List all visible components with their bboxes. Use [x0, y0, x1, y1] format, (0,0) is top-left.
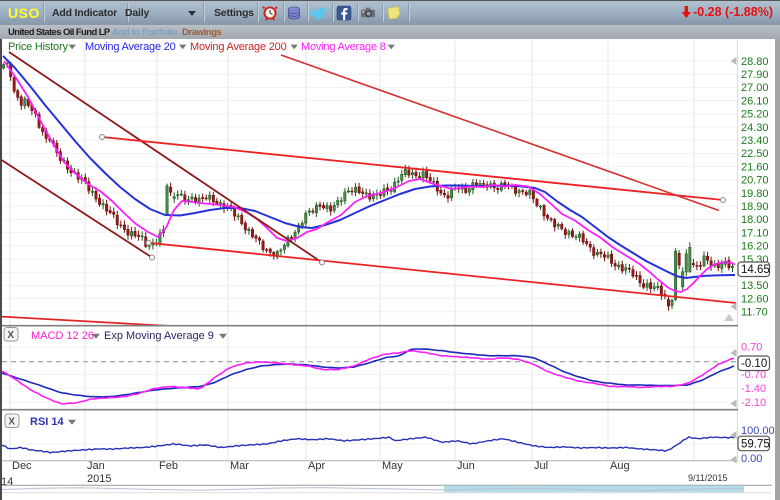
svg-text:28.80: 28.80 [741, 56, 769, 68]
svg-text:9/11/2015: 9/11/2015 [688, 473, 727, 483]
svg-text:13.50: 13.50 [741, 280, 769, 292]
svg-text:Apr: Apr [308, 460, 325, 472]
svg-text:Jul: Jul [534, 460, 548, 472]
svg-text:27.00: 27.00 [741, 82, 769, 94]
svg-text:X: X [7, 330, 14, 341]
svg-text:May: May [382, 460, 403, 472]
svg-text:X: X [8, 416, 15, 427]
svg-text:18.90: 18.90 [741, 201, 769, 213]
svg-text:19.80: 19.80 [741, 188, 769, 200]
svg-text:27.90: 27.90 [741, 69, 769, 81]
svg-text:Mar: Mar [230, 460, 249, 472]
svg-text:12.60: 12.60 [741, 293, 769, 305]
svg-text:0.00: 0.00 [741, 453, 762, 465]
svg-text:-0.10: -0.10 [741, 358, 767, 370]
svg-text:-2.10: -2.10 [741, 397, 766, 409]
svg-text:MACD 12 26: MACD 12 26 [31, 330, 94, 342]
svg-text:Moving Average 8: Moving Average 8 [301, 41, 386, 53]
svg-text:Moving Average 20: Moving Average 20 [85, 41, 176, 53]
svg-text:Jun: Jun [457, 460, 475, 472]
svg-text:16.20: 16.20 [741, 241, 769, 253]
svg-text:0.70: 0.70 [741, 342, 762, 354]
svg-text:11.70: 11.70 [741, 307, 768, 319]
svg-text:22.50: 22.50 [741, 148, 769, 160]
svg-text:RSI 14: RSI 14 [30, 416, 65, 428]
svg-text:Feb: Feb [159, 460, 178, 472]
svg-text:Jan: Jan [87, 460, 105, 472]
svg-text:-1.40: -1.40 [741, 383, 766, 395]
svg-text:20.70: 20.70 [741, 175, 769, 187]
svg-text:14.65: 14.65 [741, 264, 770, 276]
svg-text:100.00: 100.00 [741, 425, 775, 437]
svg-text:25.20: 25.20 [741, 109, 769, 121]
svg-text:26.10: 26.10 [741, 95, 769, 107]
svg-text:59.75: 59.75 [741, 438, 770, 450]
svg-text:14: 14 [1, 476, 13, 488]
svg-text:21.60: 21.60 [741, 161, 769, 173]
svg-text:23.40: 23.40 [741, 135, 769, 147]
svg-text:24.30: 24.30 [741, 122, 769, 134]
svg-text:Dec: Dec [12, 460, 32, 472]
svg-text:Exp Moving Average 9: Exp Moving Average 9 [104, 330, 214, 342]
svg-text:17.10: 17.10 [741, 227, 769, 239]
svg-text:Aug: Aug [610, 460, 630, 472]
svg-text:18.00: 18.00 [741, 214, 769, 226]
svg-text:2015: 2015 [87, 473, 111, 485]
svg-text:Moving Average 200: Moving Average 200 [190, 41, 287, 53]
svg-text:Price History: Price History [8, 41, 68, 53]
